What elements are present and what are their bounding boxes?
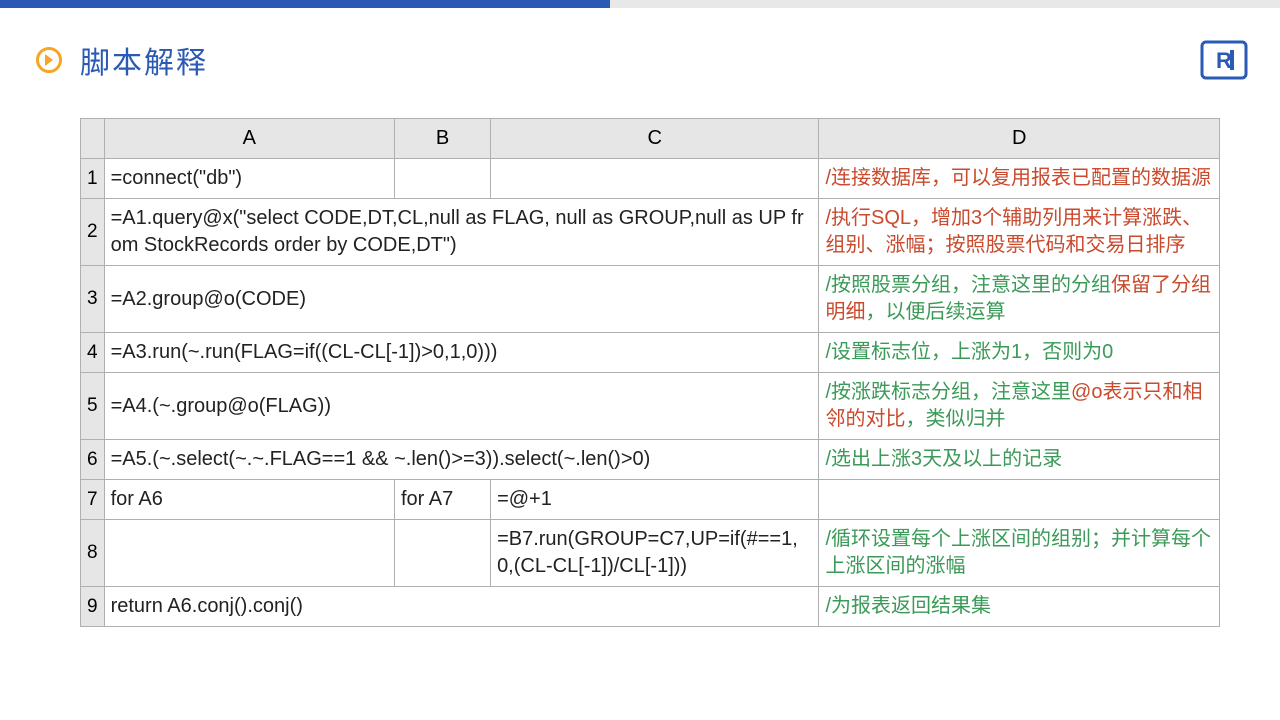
- chevron-icon: [36, 47, 62, 73]
- comment-segment: /设置标志位，上涨为1，否则为0: [825, 341, 1113, 363]
- row-number: 5: [81, 373, 105, 440]
- cell-d: /设置标志位，上涨为1，否则为0: [819, 333, 1220, 373]
- table-row: 1=connect("db") /连接数据库，可以复用报表已配置的数据源: [81, 159, 1220, 199]
- cell-d: /按涨跌标志分组，注意这里@o表示只和相邻的对比，类似归并: [819, 373, 1220, 440]
- table-row: 3=A2.group@o(CODE)/按照股票分组，注意这里的分组保留了分组明细…: [81, 266, 1220, 333]
- comment-segment: /按涨跌标志分组，注意这里: [825, 381, 1071, 403]
- cell-a: =A1.query@x("select CODE,DT,CL,null as F…: [104, 199, 819, 266]
- row-number: 3: [81, 266, 105, 333]
- cell-a: return A6.conj().conj(): [104, 587, 819, 627]
- col-a: A: [104, 119, 394, 159]
- comment-segment: /循环设置每个上涨区间的组别；并计算每个上涨区间的涨幅: [825, 528, 1211, 577]
- cell-b: for A7: [394, 480, 490, 520]
- row-number: 8: [81, 520, 105, 587]
- cell-d: /为报表返回结果集: [819, 587, 1220, 627]
- script-table: A B C D 1=connect("db") /连接数据库，可以复用报表已配置的…: [80, 118, 1220, 627]
- comment-segment: /按照股票分组，注意这里的分组: [825, 274, 1111, 296]
- cell-a: =connect("db"): [104, 159, 394, 199]
- table-row: 8 =B7.run(GROUP=C7,UP=if(#==1,0,(CL-CL[-1…: [81, 520, 1220, 587]
- table-body: 1=connect("db") /连接数据库，可以复用报表已配置的数据源 2=A1.…: [81, 159, 1220, 627]
- accent-bar-light: [610, 0, 1280, 8]
- cell-c: [491, 159, 819, 199]
- cell-a: =A3.run(~.run(FLAG=if((CL-CL[-1])>0,1,0)…: [104, 333, 819, 373]
- cell-d: /按照股票分组，注意这里的分组保留了分组明细，以便后续运算: [819, 266, 1220, 333]
- table-row: 2=A1.query@x("select CODE,DT,CL,null as …: [81, 199, 1220, 266]
- comment-segment: /为报表返回结果集: [825, 595, 991, 617]
- comment-segment: /选出上涨3天及以上的记录: [825, 448, 1062, 470]
- col-c: C: [491, 119, 819, 159]
- comment-segment: /执行SQL，增加3个辅助列用来计算涨跌、组别、涨幅；按照股票代码和交易日排序: [825, 207, 1202, 256]
- cell-d: [819, 480, 1220, 520]
- cell-a: =A2.group@o(CODE): [104, 266, 819, 333]
- cell-b: [394, 520, 490, 587]
- col-d: D: [819, 119, 1220, 159]
- corner-cell: [81, 119, 105, 159]
- comment-segment: ，类似归并: [905, 408, 1005, 430]
- slide-title-row: 脚本解释: [36, 38, 208, 82]
- row-number: 7: [81, 480, 105, 520]
- cell-b: [394, 159, 490, 199]
- row-number: 4: [81, 333, 105, 373]
- cell-c: =@+1: [491, 480, 819, 520]
- cell-a: for A6: [104, 480, 394, 520]
- table-row: 7for A6for A7=@+1: [81, 480, 1220, 520]
- cell-d: /循环设置每个上涨区间的组别；并计算每个上涨区间的涨幅: [819, 520, 1220, 587]
- comment-segment: ，以便后续运算: [865, 301, 1005, 323]
- row-number: 6: [81, 440, 105, 480]
- cell-d: /执行SQL，增加3个辅助列用来计算涨跌、组别、涨幅；按照股票代码和交易日排序: [819, 199, 1220, 266]
- comment-segment: /连接数据库，可以复用报表已配置的数据源: [825, 167, 1211, 189]
- cell-a: =A4.(~.group@o(FLAG)): [104, 373, 819, 440]
- row-number: 2: [81, 199, 105, 266]
- cell-a: [104, 520, 394, 587]
- header-row: A B C D: [81, 119, 1220, 159]
- table-row: 6=A5.(~.select(~.~.FLAG==1 && ~.len()>=3…: [81, 440, 1220, 480]
- table-row: 5=A4.(~.group@o(FLAG))/按涨跌标志分组，注意这里@o表示只…: [81, 373, 1220, 440]
- table-row: 4=A3.run(~.run(FLAG=if((CL-CL[-1])>0,1,0…: [81, 333, 1220, 373]
- col-b: B: [394, 119, 490, 159]
- row-number: 9: [81, 587, 105, 627]
- cell-c: =B7.run(GROUP=C7,UP=if(#==1,0,(CL-CL[-1]…: [491, 520, 819, 587]
- cell-a: =A5.(~.select(~.~.FLAG==1 && ~.len()>=3)…: [104, 440, 819, 480]
- brand-logo: R: [1200, 40, 1248, 80]
- cell-d: /连接数据库，可以复用报表已配置的数据源: [819, 159, 1220, 199]
- slide-title: 脚本解释: [80, 38, 208, 82]
- table-row: 9return A6.conj().conj() /为报表返回结果集: [81, 587, 1220, 627]
- accent-bar: [0, 0, 610, 8]
- row-number: 1: [81, 159, 105, 199]
- svg-text:R: R: [1216, 48, 1232, 73]
- cell-d: /选出上涨3天及以上的记录: [819, 440, 1220, 480]
